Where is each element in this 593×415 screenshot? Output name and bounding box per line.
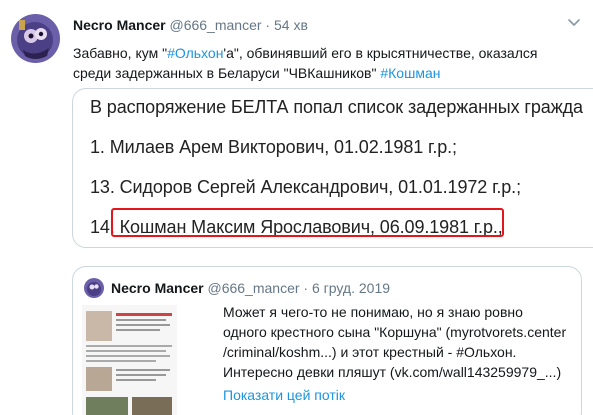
quoted-text-line: одного крестного сына "Коршуна" (myrotvo…: [223, 324, 567, 340]
author-avatar[interactable]: [11, 14, 60, 63]
hashtag-link[interactable]: #Ольхон: [167, 45, 223, 61]
hashtag-link[interactable]: #Кошман: [380, 65, 440, 81]
quoted-tweet-text: Может я чего-то не понимаю, но я знаю ро…: [223, 302, 573, 382]
separator-dot: ·: [265, 17, 271, 33]
separator-dot: ·: [303, 280, 309, 296]
author-handle[interactable]: @666_mancer: [169, 17, 261, 33]
tweet-header: Necro Mancer @666_mancer · 54 хв: [73, 16, 308, 34]
media-text-line: В распоряжение БЕЛТА попал список задерж…: [90, 97, 583, 117]
quoted-media-thumbnail[interactable]: [82, 305, 177, 415]
quoted-author-avatar[interactable]: [84, 278, 104, 298]
more-options-caret[interactable]: [566, 14, 582, 30]
thumbnail-image: [82, 305, 177, 415]
chevron-down-icon: [568, 19, 580, 26]
media-text-line: 13. Сидоров Сергей Александрович, 01.01.…: [90, 177, 521, 197]
quoted-tweet[interactable]: Necro Mancer @666_mancer · 6 груд. 2019 …: [72, 266, 582, 415]
author-name[interactable]: Necro Mancer: [73, 17, 166, 33]
avatar-image: [11, 14, 60, 63]
tweet-time[interactable]: 54 хв: [274, 17, 308, 33]
avatar-image: [84, 278, 104, 298]
quoted-text-line: Интересно девки пляшут (vk.com/wall14325…: [223, 364, 562, 380]
quoted-text-line: /criminal/koshm...) и этот крестный - #О…: [223, 344, 517, 360]
media-text-line: 1. Милаев Арем Викторович, 01.02.1981 г.…: [90, 137, 457, 157]
tweet-text-part: 'а", обвинявший его в крысятничестве, ок…: [223, 45, 538, 61]
highlight-rectangle: [111, 208, 504, 237]
quoted-text-line: Может я чего-то не понимаю, но я знаю ро…: [223, 304, 523, 320]
quoted-author-name: Necro Mancer: [111, 280, 204, 296]
tweet-text-part: среди задержанных в Беларуси "ЧВКашников…: [73, 65, 381, 81]
tweet-text: Забавно, кум "#Ольхон'а", обвинявший его…: [73, 43, 588, 83]
show-thread-link[interactable]: Показати цей потік: [223, 385, 345, 405]
quoted-author-handle: @666_mancer: [207, 280, 300, 296]
quoted-tweet-header: Necro Mancer @666_mancer · 6 груд. 2019: [111, 279, 390, 297]
tweet-text-part: Забавно, кум ": [73, 45, 168, 61]
quoted-tweet-date: 6 груд. 2019: [311, 280, 391, 296]
